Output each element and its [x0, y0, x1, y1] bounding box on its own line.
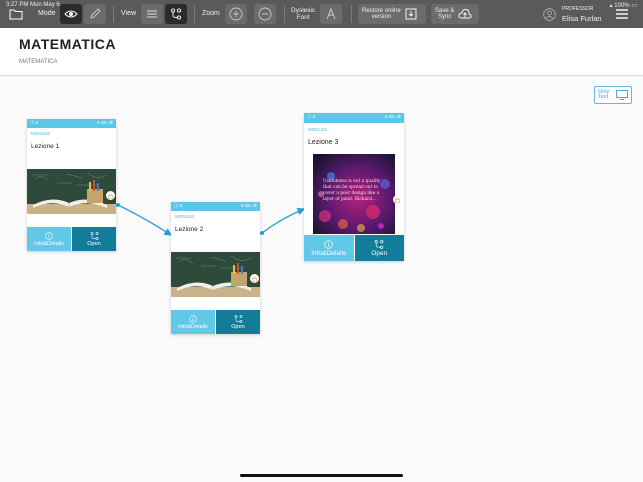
graph-view-icon — [170, 8, 182, 20]
lesson-card-3[interactable]: ⓘ 0 0 min ⚙ MODULE Lezione 3 Usefulness … — [304, 113, 404, 261]
zoom-in-button[interactable] — [225, 4, 247, 24]
open-button[interactable]: Open — [216, 310, 260, 334]
lock-icon — [252, 275, 257, 282]
zoom-in-icon — [229, 7, 243, 21]
zoom-out-button[interactable] — [254, 4, 276, 24]
view-mode-button[interactable] — [60, 4, 82, 24]
info-details-button[interactable]: Info&Details — [27, 227, 71, 251]
lock-icon — [395, 196, 400, 203]
user-icon — [542, 7, 556, 21]
info-details-button[interactable]: Info&Details — [171, 310, 215, 334]
edit-mode-button[interactable] — [84, 4, 106, 24]
card-actions: Info&Details Open — [171, 310, 260, 334]
info-details-label: Info&Details — [178, 323, 208, 330]
lock-badge — [393, 195, 402, 204]
font-icon — [326, 8, 336, 20]
card-info-count: ⓘ 0 — [174, 203, 183, 208]
open-label: Open — [371, 249, 388, 257]
card-top-bar: ⓘ 0 0 min ⚙ — [171, 202, 260, 211]
open-icon — [374, 239, 384, 249]
cloud-upload-icon — [458, 8, 472, 19]
menu-button[interactable] — [614, 7, 630, 21]
card-module-label: MODULE — [308, 127, 328, 132]
toolbar-divider — [113, 5, 114, 23]
breadcrumb[interactable]: MATEMATICA — [19, 59, 57, 65]
only-text-button[interactable]: Only Text — [594, 86, 632, 104]
open-label: Open — [87, 240, 101, 247]
card-top-bar: ⓘ 0 0 min ⚙ — [27, 119, 116, 128]
book-chalkboard-image — [171, 252, 260, 297]
card-image — [171, 252, 260, 297]
svg-text:that can be spread out to: that can be spread out to — [323, 185, 378, 190]
card-duration: 0 min ⚙ — [240, 203, 257, 208]
user-role: PROFESSOR — [562, 6, 594, 12]
card-title: Lezione 3 — [308, 139, 339, 146]
svg-text:layer of paint. Richard...: layer of paint. Richard... — [323, 197, 376, 202]
top-toolbar: 3:27 PM Mon May 6 ▴ 100% ▭ Mode View Zoo… — [0, 0, 643, 28]
info-icon — [189, 314, 197, 323]
lock-badge — [106, 191, 115, 200]
folder-icon — [9, 9, 23, 20]
zoom-out-icon — [258, 7, 272, 21]
view-label: View — [121, 10, 137, 17]
restore-online-label: Restore online version — [362, 8, 401, 20]
info-icon — [45, 231, 53, 240]
dyslexic-font-label: Dyslexic Font — [291, 7, 316, 21]
bokeh-quote-image: Usefulness is not a quality that can be … — [313, 154, 395, 234]
card-title: Lezione 2 — [175, 226, 204, 233]
card-info-count: ⓘ 0 — [30, 120, 39, 125]
open-button[interactable]: Open — [354, 235, 404, 261]
card-actions: Info&Details Open — [27, 227, 116, 251]
page-header: MATEMATICA MATEMATICA — [0, 28, 643, 76]
info-details-label: Info&Details — [311, 249, 347, 257]
card-image: Usefulness is not a quality that can be … — [313, 154, 395, 234]
page-title: MATEMATICA — [19, 36, 117, 52]
card-image — [27, 169, 116, 214]
card-duration: 0 min ⚙ — [384, 114, 401, 119]
list-view-icon — [147, 10, 157, 18]
card-info-count: ⓘ 0 — [307, 114, 316, 119]
zoom-label: Zoom — [202, 10, 220, 17]
toolbar-divider — [194, 5, 195, 23]
graph-view-button[interactable] — [165, 4, 187, 24]
pencil-icon — [90, 8, 101, 19]
open-button[interactable]: Open — [72, 227, 116, 251]
card-module-label: MODULE — [31, 131, 51, 136]
mode-label: Mode — [38, 10, 56, 17]
lock-icon — [108, 192, 113, 199]
only-text-label: Only Text — [598, 88, 610, 100]
download-icon — [405, 8, 417, 20]
eye-icon — [64, 10, 78, 18]
toolbar-divider — [284, 5, 285, 23]
user-name: Elisa Furlan — [562, 14, 602, 23]
open-label: Open — [231, 323, 245, 330]
save-sync-button[interactable]: Save & Sync — [431, 4, 479, 24]
lesson-card-2[interactable]: ⓘ 0 0 min ⚙ MODULE Lezione 2 Info&Detail… — [171, 202, 260, 334]
card-title: Lezione 1 — [31, 143, 60, 150]
card-top-bar: ⓘ 0 0 min ⚙ — [304, 113, 404, 123]
info-details-button[interactable]: Info&Details — [304, 235, 354, 261]
restore-online-button[interactable]: Restore online version — [358, 4, 426, 24]
monitor-icon — [616, 90, 628, 100]
lock-badge — [250, 274, 259, 283]
info-details-label: Info&Details — [34, 240, 64, 247]
save-sync-label: Save & Sync — [435, 8, 455, 20]
list-view-button[interactable] — [141, 4, 163, 24]
dyslexic-font-button[interactable] — [320, 4, 342, 24]
lesson-card-1[interactable]: ⓘ 0 0 min ⚙ MODULE Lezione 1 Info&Detail… — [27, 119, 116, 251]
info-icon — [324, 239, 333, 249]
user-avatar[interactable] — [542, 7, 556, 21]
hamburger-menu-icon — [616, 9, 628, 19]
open-icon — [234, 314, 242, 323]
card-actions: Info&Details Open — [304, 235, 404, 261]
card-module-label: MODULE — [175, 214, 195, 219]
folder-button[interactable] — [8, 6, 24, 22]
open-icon — [90, 231, 98, 240]
svg-text:cover a poor design like a: cover a poor design like a — [323, 191, 380, 196]
svg-text:Usefulness is not a quality: Usefulness is not a quality — [323, 179, 381, 184]
card-duration: 0 min ⚙ — [96, 120, 113, 125]
home-indicator[interactable] — [240, 474, 403, 477]
book-chalkboard-image — [27, 169, 116, 214]
toolbar-divider — [351, 5, 352, 23]
